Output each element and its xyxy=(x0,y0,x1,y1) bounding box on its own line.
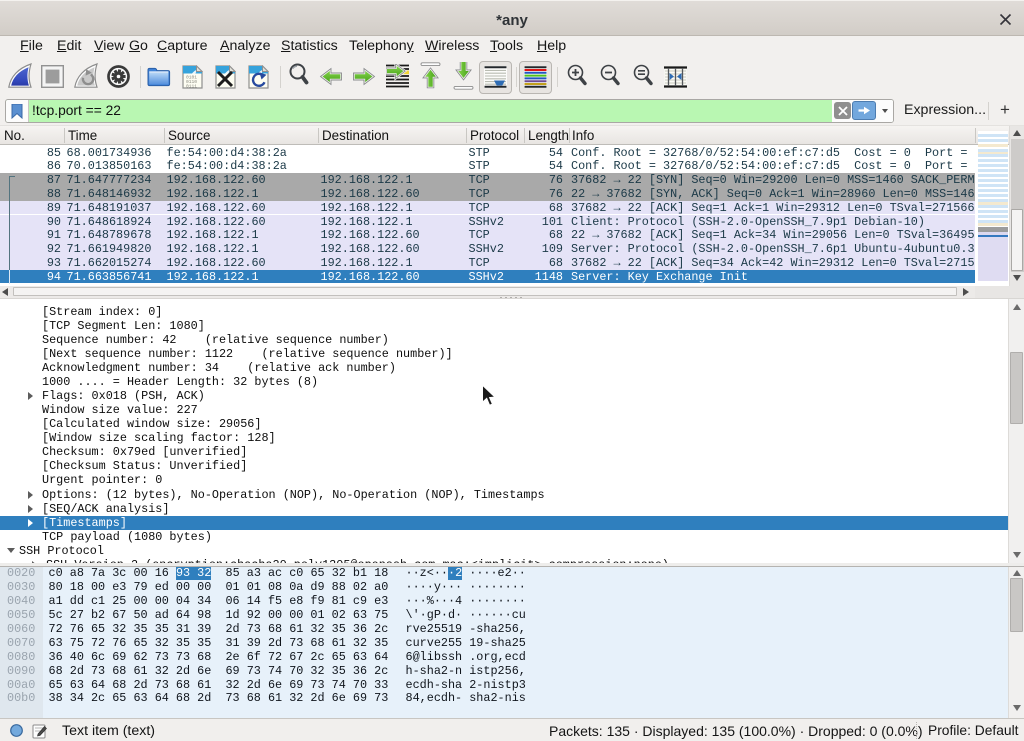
svg-text:0111: 0111 xyxy=(186,84,197,90)
